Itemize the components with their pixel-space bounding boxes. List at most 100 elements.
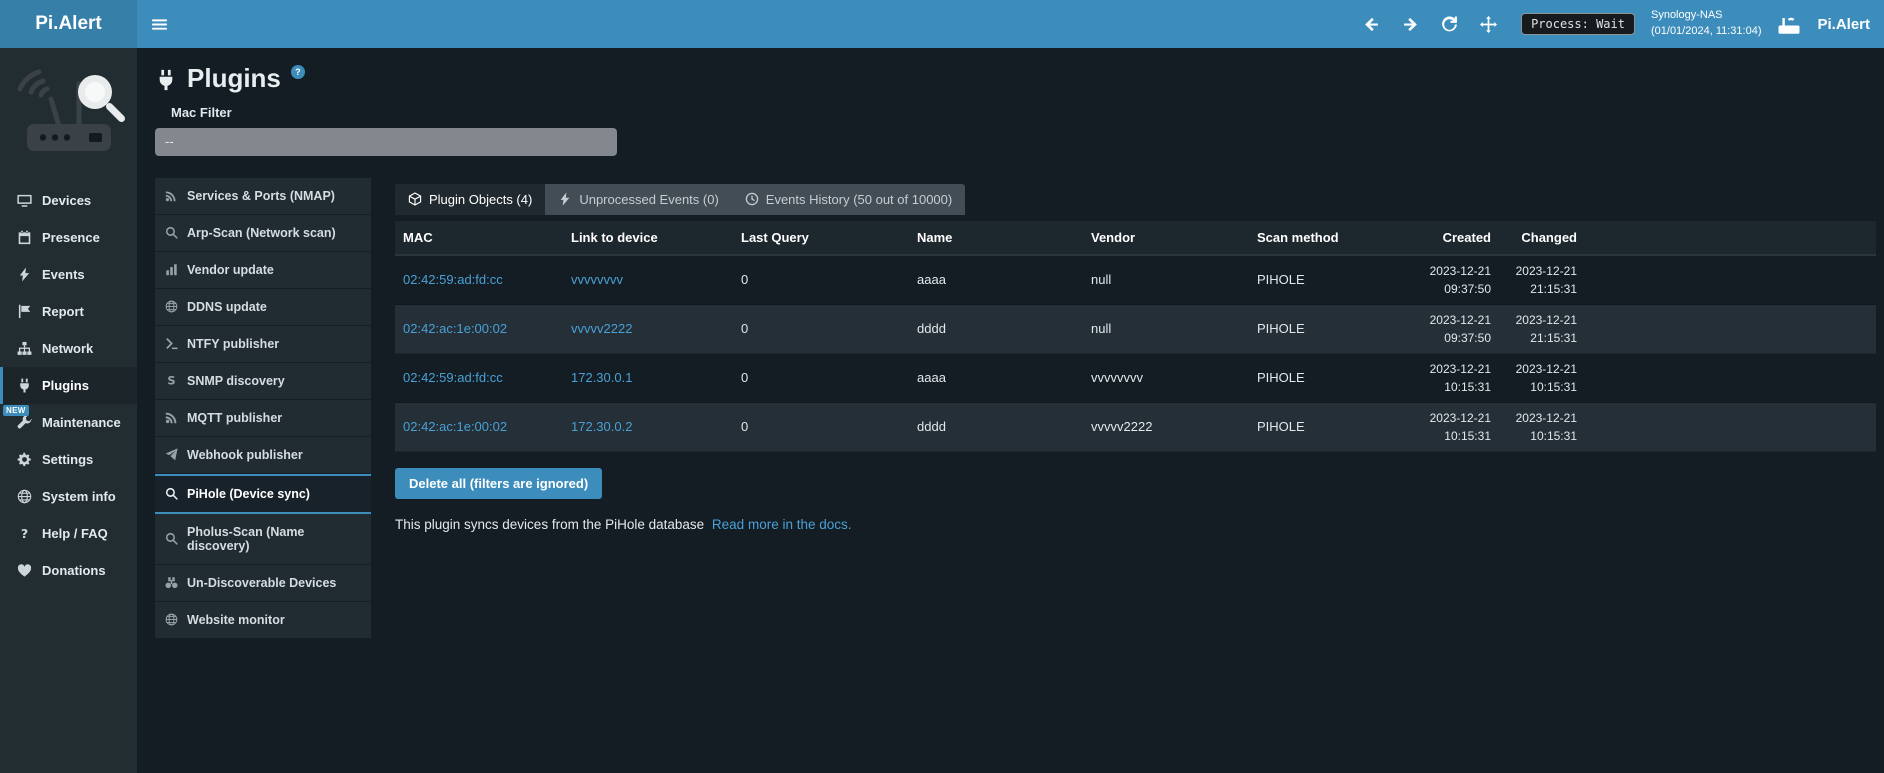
brand-logo[interactable]: Pi.Alert xyxy=(0,0,137,48)
help-badge[interactable]: ? xyxy=(291,65,305,79)
table-row: 02:42:ac:1e:00:02 172.30.0.2 0 dddd vvvv… xyxy=(395,403,1876,452)
plugin-item-pihole-device-sync[interactable]: PiHole (Device sync) xyxy=(155,474,371,514)
host-name: Synology-NAS xyxy=(1651,8,1762,24)
tab-plugin-objects-4[interactable]: Plugin Objects (4) xyxy=(395,184,545,215)
topbar: Pi.Alert Process: Wait Synology-NAS (01/… xyxy=(0,0,1884,48)
forward-button[interactable] xyxy=(1402,16,1419,33)
device-link[interactable]: 172.30.0.2 xyxy=(571,419,632,434)
plugin-item-services-ports-nmap[interactable]: Services & Ports (NMAP) xyxy=(155,178,371,215)
plugin-item-ntfy-publisher[interactable]: NTFY publisher xyxy=(155,326,371,363)
binoculars-icon xyxy=(165,576,178,589)
sidebar-item-help-faq[interactable]: ?Help / FAQ xyxy=(0,515,137,552)
link-to-device-cell: vvvvvvvv xyxy=(563,266,733,293)
globe-icon xyxy=(165,300,178,313)
plugin-item-label: Services & Ports (NMAP) xyxy=(187,189,335,203)
table-row: 02:42:ac:1e:00:02 vvvvv2222 0 dddd null … xyxy=(395,305,1876,354)
plugin-item-label: Website monitor xyxy=(187,613,285,627)
device-link[interactable]: 172.30.0.1 xyxy=(571,370,632,385)
sidebar-item-label: Report xyxy=(42,304,84,319)
spacer-cell xyxy=(1585,421,1876,433)
sidebar-item-devices[interactable]: Devices xyxy=(0,182,137,219)
mac-link[interactable]: 02:42:59:ad:fd:cc xyxy=(403,272,503,287)
column-header-changed[interactable]: Changed xyxy=(1499,221,1585,254)
monitor-icon xyxy=(17,193,32,208)
tab-label: Events History (50 out of 10000) xyxy=(766,192,952,207)
sidebar-item-maintenance[interactable]: NEWMaintenance xyxy=(0,404,137,441)
plugin-item-ddns-update[interactable]: DDNS update xyxy=(155,289,371,326)
column-header-scan-method[interactable]: Scan method xyxy=(1249,221,1413,254)
mac-filter-input[interactable] xyxy=(155,128,617,156)
plugin-item-vendor-update[interactable]: Vendor update xyxy=(155,252,371,289)
question-icon: ? xyxy=(17,526,32,541)
mac-link[interactable]: 02:42:59:ad:fd:cc xyxy=(403,370,503,385)
router-icon xyxy=(1777,12,1801,36)
created-cell: 2023-12-21 09:37:50 xyxy=(1413,305,1499,353)
mac-link[interactable]: 02:42:ac:1e:00:02 xyxy=(403,321,507,336)
column-header-name[interactable]: Name xyxy=(909,221,1083,254)
search-icon xyxy=(165,487,178,500)
column-header-mac[interactable]: MAC xyxy=(395,221,563,254)
plug-icon xyxy=(155,69,177,91)
column-header-last-query[interactable]: Last Query xyxy=(733,221,909,254)
name-cell: dddd xyxy=(909,315,1083,342)
refresh-button[interactable] xyxy=(1441,16,1458,33)
pialert-logo-graphic xyxy=(13,62,125,166)
sidebar-item-plugins[interactable]: Plugins xyxy=(0,367,137,404)
sidebar-item-settings[interactable]: Settings xyxy=(0,441,137,478)
scan-method-cell: PIHOLE xyxy=(1249,364,1413,391)
sidebar-item-system-info[interactable]: System info xyxy=(0,478,137,515)
plugin-item-label: Webhook publisher xyxy=(187,448,303,462)
sidebar-item-label: Donations xyxy=(42,563,106,578)
plugin-item-website-monitor[interactable]: Website monitor xyxy=(155,602,371,639)
globe-icon xyxy=(17,489,32,504)
back-button[interactable] xyxy=(1363,16,1380,33)
sidebar-item-label: Plugins xyxy=(42,378,89,393)
column-header-vendor[interactable]: Vendor xyxy=(1083,221,1249,254)
plugin-item-label: Vendor update xyxy=(187,263,274,277)
plugin-item-webhook-publisher[interactable]: Webhook publisher xyxy=(155,437,371,474)
plugin-item-pholus-scan-name-discovery[interactable]: Pholus-Scan (Name discovery) xyxy=(155,514,371,565)
created-cell: 2023-12-21 10:15:31 xyxy=(1413,354,1499,402)
move-button[interactable] xyxy=(1480,16,1497,33)
page-header: Plugins ? xyxy=(155,64,1876,93)
spacer-cell xyxy=(1585,274,1876,286)
device-link[interactable]: vvvvv2222 xyxy=(571,321,632,336)
plugin-item-label: DDNS update xyxy=(187,300,267,314)
device-link[interactable]: vvvvvvvv xyxy=(571,272,623,287)
menu-toggle-button[interactable] xyxy=(137,0,181,48)
delete-all-button[interactable]: Delete all (filters are ignored) xyxy=(395,468,602,499)
spacer-cell xyxy=(1585,323,1876,335)
sidebar-item-events[interactable]: Events xyxy=(0,256,137,293)
refresh-icon xyxy=(1441,16,1458,33)
plugin-item-mqtt-publisher[interactable]: MQTT publisher xyxy=(155,400,371,437)
link-to-device-cell: vvvvv2222 xyxy=(563,315,733,342)
docs-link[interactable]: Read more in the docs. xyxy=(712,517,852,532)
mac-cell: 02:42:59:ad:fd:cc xyxy=(395,266,563,293)
sidebar-item-donations[interactable]: Donations xyxy=(0,552,137,589)
wrench-icon xyxy=(17,415,32,430)
plugin-item-arp-scan-network-scan[interactable]: Arp-Scan (Network scan) xyxy=(155,215,371,252)
sidebar-item-network[interactable]: Network xyxy=(0,330,137,367)
mac-cell: 02:42:59:ad:fd:cc xyxy=(395,364,563,391)
last-query-cell: 0 xyxy=(733,266,909,293)
arrow-left-icon xyxy=(1363,16,1380,33)
plugin-item-label: SNMP discovery xyxy=(187,374,285,388)
signal-icon xyxy=(165,189,178,202)
sidebar-item-presence[interactable]: Presence xyxy=(0,219,137,256)
plugin-item-un-discoverable-devices[interactable]: Un-Discoverable Devices xyxy=(155,565,371,602)
svg-text:S: S xyxy=(167,374,175,387)
main-content: Plugins ? Mac Filter Services & Ports (N… xyxy=(137,48,1884,773)
column-header-created[interactable]: Created xyxy=(1413,221,1499,254)
app-layout: DevicesPresenceEventsReportNetworkPlugin… xyxy=(0,48,1884,773)
plug-icon xyxy=(17,378,32,393)
tab-events-history-50-out-of-10000[interactable]: Events History (50 out of 10000) xyxy=(732,184,965,215)
spacer-cell xyxy=(1585,372,1876,384)
sidebar-item-report[interactable]: Report xyxy=(0,293,137,330)
plugin-item-snmp-discovery[interactable]: S SNMP discovery xyxy=(155,363,371,400)
mac-link[interactable]: 02:42:ac:1e:00:02 xyxy=(403,419,507,434)
bolt-icon xyxy=(17,267,32,282)
plugin-item-label: Arp-Scan (Network scan) xyxy=(187,226,336,240)
column-header-link-to-device[interactable]: Link to device xyxy=(563,221,733,254)
tab-unprocessed-events-0[interactable]: Unprocessed Events (0) xyxy=(545,184,731,215)
created-cell: 2023-12-21 09:37:50 xyxy=(1413,256,1499,304)
